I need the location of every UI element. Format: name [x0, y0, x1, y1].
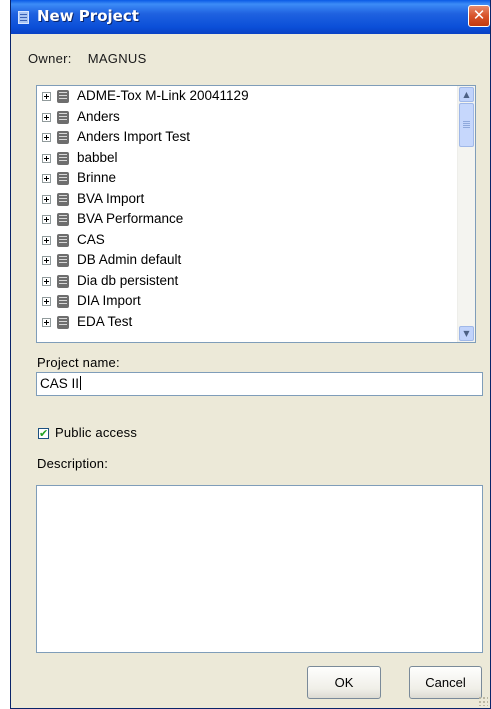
ok-button[interactable]: OK [307, 666, 381, 699]
tree-item[interactable]: BVA Performance [37, 209, 458, 230]
tree-item[interactable]: babbel [37, 148, 458, 169]
expand-plus-icon[interactable] [42, 297, 51, 306]
expand-plus-icon[interactable] [42, 92, 51, 101]
tree-item-label: babbel [77, 149, 118, 165]
database-icon [57, 131, 69, 144]
tree-item-label: Brinne [77, 170, 117, 185]
description-label: Description: [37, 456, 109, 471]
tree-item-label: BVA Performance [77, 211, 184, 226]
owner-row: Owner: MAGNUS [28, 51, 147, 66]
expand-plus-icon[interactable] [42, 133, 51, 142]
tree-item[interactable]: ADME-Tox M-Link 20041129 [37, 86, 458, 107]
expand-plus-icon[interactable] [42, 153, 51, 163]
database-icon [57, 315, 69, 329]
text-caret [80, 376, 82, 390]
database-icon [57, 295, 69, 308]
database-icon [57, 213, 69, 226]
project-name-value: CAS II [40, 376, 80, 391]
owner-label: Owner: [28, 51, 72, 66]
scroll-up-arrow-icon[interactable]: ▲ [459, 87, 474, 102]
database-icon [57, 233, 69, 247]
public-access-label[interactable]: Public access [55, 425, 137, 440]
database-icon [57, 254, 69, 267]
resize-grip-icon[interactable] [478, 696, 488, 706]
database-icon [57, 172, 69, 185]
public-access-checkbox[interactable]: ✔ [38, 428, 49, 439]
tree-item-label: Anders Import Test [77, 129, 191, 144]
database-icon [57, 110, 69, 124]
new-project-dialog: New Project ✕ Owner: MAGNUS ADME-Tox M-Li… [10, 0, 491, 709]
title-bar[interactable]: New Project ✕ [11, 0, 490, 34]
scroll-down-arrow-icon[interactable]: ▼ [459, 326, 474, 341]
tree-item[interactable]: Anders Import Test [37, 127, 458, 148]
expand-plus-icon[interactable] [42, 276, 51, 286]
scrollbar-thumb[interactable] [459, 103, 474, 147]
project-name-label: Project name: [37, 355, 120, 370]
database-icon [57, 151, 69, 165]
description-textarea[interactable] [36, 485, 483, 653]
tree-item[interactable]: Brinne [37, 168, 458, 189]
window-title: New Project [37, 7, 139, 25]
tree-item[interactable]: DIA Import [37, 291, 458, 312]
tree-item[interactable]: Anders [37, 107, 458, 128]
expand-plus-icon[interactable] [42, 194, 51, 204]
expand-plus-icon[interactable] [42, 235, 51, 245]
app-icon [18, 11, 29, 24]
database-icon [57, 192, 69, 206]
database-icon [57, 90, 69, 103]
tree-item-label: BVA Import [77, 190, 145, 206]
tree-item[interactable]: BVA Import [37, 189, 458, 210]
tree-item-label: Anders [77, 108, 120, 124]
tree-item-label: DB Admin default [77, 252, 182, 267]
tree-item[interactable]: Dia db persistent [37, 271, 458, 292]
expand-plus-icon[interactable] [42, 112, 51, 122]
tree-item-label: CAS [77, 231, 105, 247]
vertical-scrollbar[interactable]: ▲ ▼ [457, 86, 475, 342]
expand-plus-icon[interactable] [42, 317, 51, 327]
tree-item[interactable]: EDA Test [37, 312, 458, 333]
expand-plus-icon[interactable] [42, 256, 51, 265]
expand-plus-icon[interactable] [42, 174, 51, 183]
tree-item-label: ADME-Tox M-Link 20041129 [77, 88, 249, 103]
tree-item-label: Dia db persistent [77, 272, 179, 288]
tree-item-label: DIA Import [77, 293, 141, 308]
owner-value: MAGNUS [87, 51, 147, 66]
expand-plus-icon[interactable] [42, 215, 51, 224]
project-tree-list: ADME-Tox M-Link 20041129 Anders Anders Imp… [37, 86, 458, 332]
cancel-button[interactable]: Cancel [409, 666, 482, 699]
tree-item-label: EDA Test [77, 313, 133, 329]
tree-item[interactable]: DB Admin default [37, 250, 458, 271]
close-button[interactable]: ✕ [468, 5, 490, 27]
project-tree[interactable]: ADME-Tox M-Link 20041129 Anders Anders Imp… [36, 85, 476, 343]
project-name-input[interactable]: CAS II [36, 372, 483, 396]
database-icon [57, 274, 69, 288]
tree-item[interactable]: CAS [37, 230, 458, 251]
